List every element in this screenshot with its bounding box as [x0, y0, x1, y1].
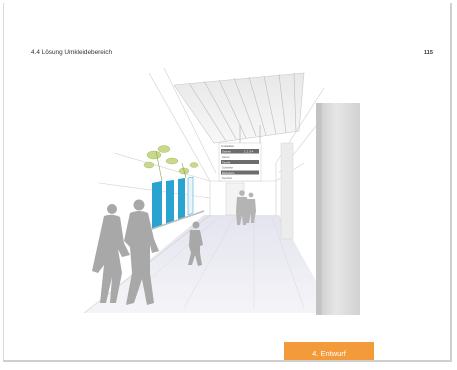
sign-row-2-label: Herren	[222, 155, 230, 159]
chapter-tab: 4. Entwurf	[284, 342, 374, 360]
sign-row-6-label: Duschen	[222, 176, 233, 180]
large-pillar	[316, 103, 360, 315]
document-page: 4.4 Lösung Umkleidebereich 115 Umkleiden…	[3, 3, 452, 362]
corridor-illustration: Umkleiden Damen 1 2 3 4 Herren Familie S…	[83, 67, 360, 315]
sign-row-3-label: Familie	[222, 160, 231, 164]
glass-roof	[173, 72, 305, 144]
plant-decoration	[143, 145, 199, 182]
sign-header: Umkleiden	[221, 144, 235, 148]
sign-row-1-value: 1 2 3 4	[244, 150, 254, 154]
sign-row-4-label: Schränke	[222, 166, 234, 170]
locker-panels	[151, 176, 205, 230]
small-column	[280, 142, 294, 240]
sign-row-5-label: Behinderte	[222, 171, 235, 175]
sign-row-1-label: Damen	[222, 150, 231, 154]
